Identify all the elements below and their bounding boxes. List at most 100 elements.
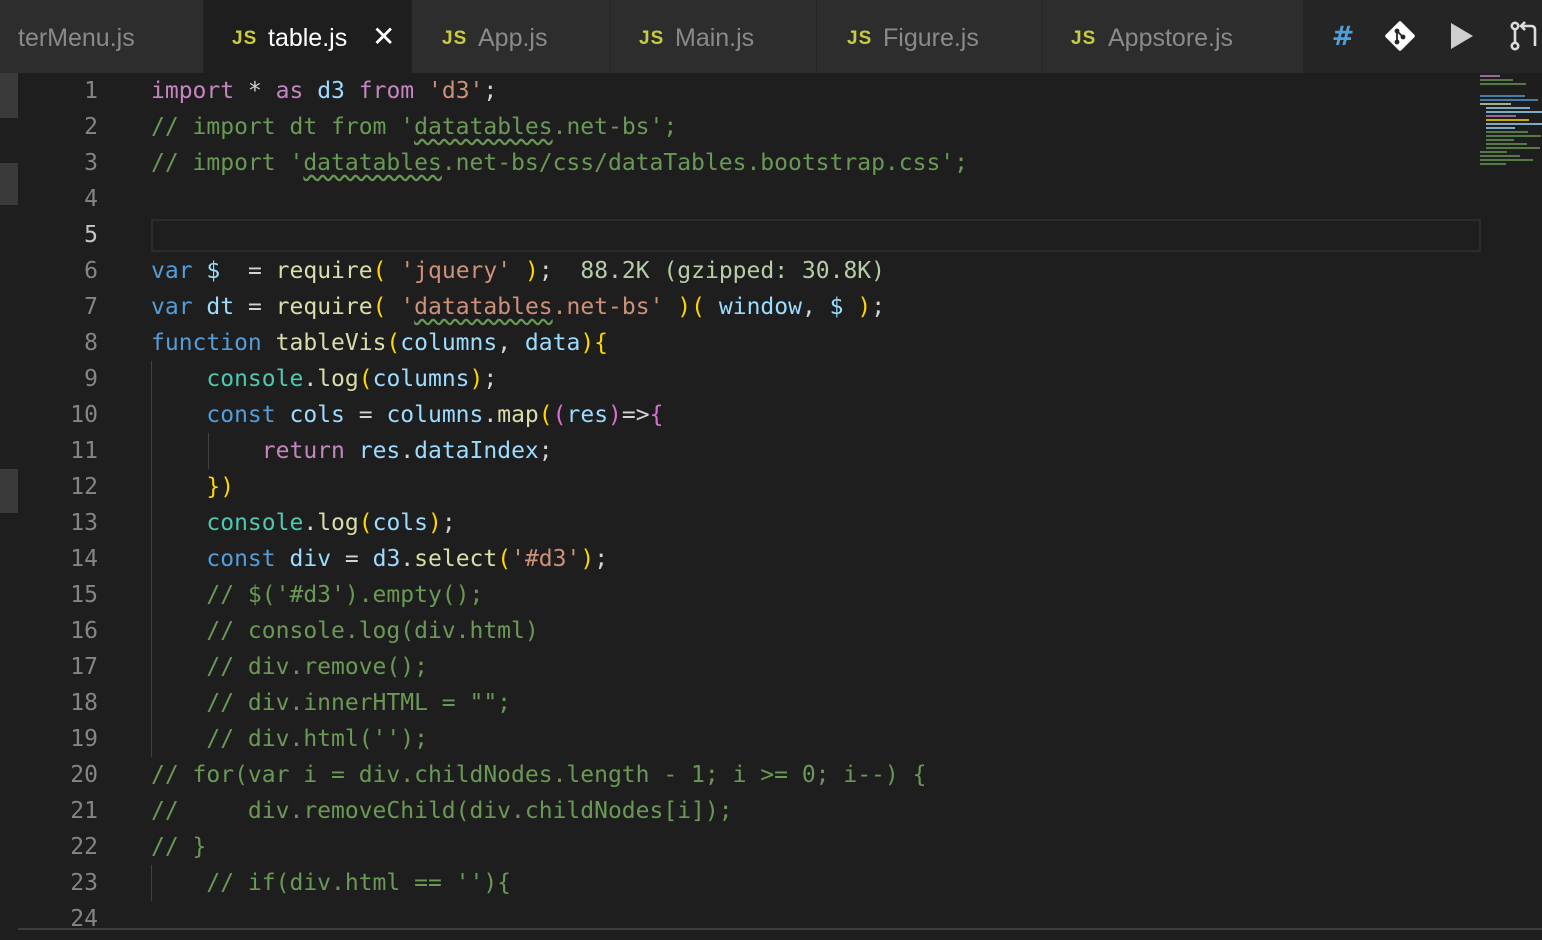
tab-table-js[interactable]: JS table.js ✕ [204,0,412,73]
code-text: }) [206,474,235,500]
minimap-line [1480,103,1511,105]
line-number: 7 [84,294,98,320]
code-text: // div.remove(); [206,654,428,680]
js-file-icon: JS [639,28,665,49]
compare-changes-icon[interactable] [1507,18,1541,54]
minimap-line [1480,79,1513,81]
minimap-line [1486,111,1542,113]
minimap-line [1480,75,1500,77]
tab-label: terMenu.js [18,24,135,52]
line-number: 14 [70,546,98,572]
code-text: // div.removeChild(div.childNodes[i]); [151,798,733,824]
code-line[interactable]: 17 // div.remove(); [18,649,1480,685]
minimap-line [1486,119,1529,121]
minimap-line [1486,131,1528,133]
tab-bar: terMenu.js JS table.js ✕ JS App.js JS Ma… [0,0,1542,73]
minimap-line [1480,95,1525,97]
code-text: // $('#d3').empty(); [206,582,484,608]
js-file-icon: JS [232,28,258,49]
line-number: 1 [84,78,98,104]
code-text: var $ = require( 'jquery' ); 88.2K (gzip… [151,258,886,284]
line-number: 15 [70,582,98,608]
tab-label: Appstore.js [1108,24,1234,52]
git-icon[interactable] [1383,18,1417,54]
minimap-line [1486,107,1530,109]
code-text: import * as d3 from 'd3'; [151,78,498,104]
code-text: const cols = columns.map((res)=>{ [206,402,664,428]
minimap-line [1486,115,1516,117]
code-line[interactable]: 18 // div.innerHTML = ""; [18,685,1480,721]
tab-termenu-js[interactable]: terMenu.js [0,0,204,73]
code-text: // console.log(div.html) [206,618,539,644]
code-line[interactable]: 15 // $('#d3').empty(); [18,577,1480,613]
tab-app-js[interactable]: JS App.js [412,0,611,73]
code-line[interactable]: 21 // div.removeChild(div.childNodes[i]); [18,793,1480,829]
minimap-line [1480,83,1526,85]
code-line[interactable]: 8 function tableVis(columns, data){ [18,325,1480,361]
line-number: 18 [70,690,98,716]
code-line[interactable]: 5 [18,217,1480,253]
minimap-line [1480,163,1506,165]
close-icon[interactable]: ✕ [372,20,395,53]
code-line[interactable]: 1 import * as d3 from 'd3'; [18,73,1480,109]
hash-icon[interactable]: # [1326,18,1360,54]
code-line[interactable]: 9 console.log(columns); [18,361,1480,397]
code-line[interactable]: 2 // import dt from 'datatables.net-bs'; [18,109,1480,145]
line-number: 20 [70,762,98,788]
code-line[interactable]: 22 // } [18,829,1480,865]
minimap-line [1480,151,1507,153]
line-number: 5 [84,222,98,248]
code-line[interactable]: 19 // div.html(''); [18,721,1480,757]
code-line[interactable]: 14 const div = d3.select('#d3'); [18,541,1480,577]
code-line[interactable]: 10 const cols = columns.map((res)=>{ [18,397,1480,433]
code-text: var dt = require( 'datatables.net-bs' )(… [151,294,886,320]
tab-label: table.js [268,24,348,52]
code-line[interactable]: 20 // for(var i = div.childNodes.length -… [18,757,1480,793]
tab-appstore-js[interactable]: JS Appstore.js [1043,0,1304,73]
code-line[interactable]: 16 // console.log(div.html) [18,613,1480,649]
minimap-line [1480,155,1520,157]
minimap-line [1486,135,1541,137]
minimap-line [1480,99,1538,101]
minimap[interactable] [1480,73,1542,273]
line-number: 8 [84,330,98,356]
code-text: // div.html(''); [206,726,428,752]
code-line[interactable]: 11 return res.dataIndex; [18,433,1480,469]
editor-actions: # [1304,0,1542,73]
minimap-line [1480,87,1539,89]
code-editor[interactable]: 1 import * as d3 from 'd3'; 2 // import dt … [18,73,1542,932]
line-number: 11 [70,438,98,464]
code-line[interactable]: 7 var dt = require( 'datatables.net-bs' )… [18,289,1480,325]
js-file-icon: JS [1071,28,1097,49]
code-text: console.log(columns); [206,366,498,392]
code-line[interactable]: 23 // if(div.html == ''){ [18,865,1480,901]
code-line[interactable]: 13 console.log(cols); [18,505,1480,541]
line-number: 10 [70,402,98,428]
line-number: 2 [84,114,98,140]
line-number: 6 [84,258,98,284]
js-file-icon: JS [847,28,873,49]
line-number: 9 [84,366,98,392]
left-gutter [0,73,18,933]
minimap-line [1486,123,1542,125]
tab-label: App.js [478,24,548,52]
code-line[interactable]: 12 }) [18,469,1480,505]
code-line[interactable]: 6 var $ = require( 'jquery' ); 88.2K (gzi… [18,253,1480,289]
code-text: // import 'datatables.net-bs/css/dataTab… [151,150,969,176]
code-line[interactable]: 3 // import 'datatables.net-bs/css/dataTa… [18,145,1480,181]
code-line[interactable]: 4 [18,181,1480,217]
line-number: 4 [84,186,98,212]
line-number: 12 [70,474,98,500]
horizontal-scrollbar[interactable] [18,928,1542,930]
run-icon[interactable] [1444,18,1478,54]
code-line[interactable]: 24 [18,901,1480,937]
code-text: const div = d3.select('#d3'); [206,546,609,572]
tab-main-js[interactable]: JS Main.js [611,0,817,73]
tab-figure-js[interactable]: JS Figure.js [817,0,1043,73]
tab-label: Figure.js [883,24,979,52]
scroll-marker [0,163,18,205]
code-text: // } [151,834,207,860]
js-file-icon: JS [442,28,468,49]
scroll-marker [0,73,18,118]
line-number: 23 [70,870,98,896]
